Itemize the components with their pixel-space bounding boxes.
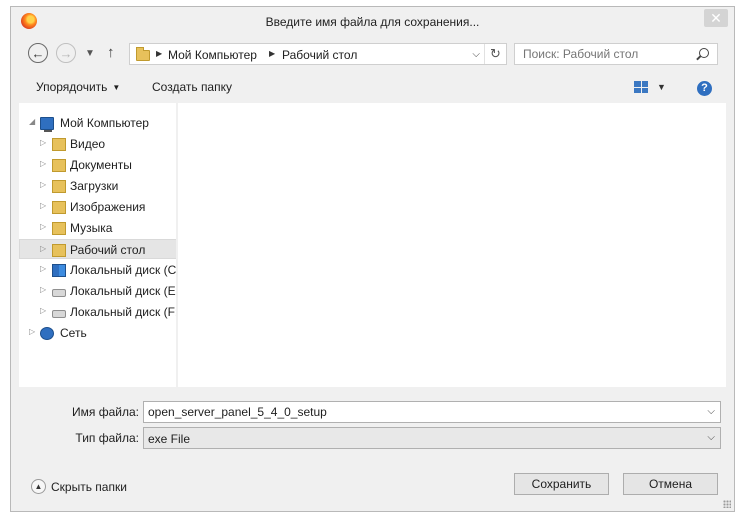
address-bar[interactable]: ▶ Мой Компьютер ▶ Рабочий стол ⌵ ↻ [129, 43, 507, 65]
tree-item-label: Музыка [70, 221, 113, 235]
collapsed-arrow-icon[interactable]: ▷ [40, 180, 46, 189]
music-folder-icon [52, 222, 66, 235]
filetype-value: exe File [148, 432, 191, 446]
tree-item-label: Рабочий стол [70, 243, 146, 257]
refresh-icon[interactable]: ↻ [484, 44, 506, 64]
tree-item-videos[interactable]: ▷ Видео [19, 134, 176, 154]
desktop-folder-icon [136, 47, 150, 61]
collapsed-arrow-icon[interactable]: ▷ [40, 159, 46, 168]
tree-item-my-computer[interactable]: ◢ Мой Компьютер [19, 113, 176, 133]
close-button[interactable]: ✕ [704, 9, 728, 27]
recent-locations-chevron-icon[interactable]: ▼ [85, 48, 95, 59]
breadcrumb-separator-icon[interactable]: ▶ [269, 49, 275, 58]
collapsed-arrow-icon[interactable]: ▷ [40, 201, 46, 210]
collapsed-arrow-icon[interactable]: ▷ [40, 244, 46, 253]
new-folder-button[interactable]: Создать папку [152, 80, 232, 94]
filename-label: Имя файла: [72, 405, 139, 419]
search-icon[interactable] [699, 48, 709, 58]
videos-folder-icon [52, 138, 66, 151]
resize-grip-icon[interactable] [723, 500, 731, 508]
downloads-folder-icon [52, 180, 66, 193]
toolbar: Упорядочить ▼ Создать папку ▼ ? [11, 71, 734, 103]
up-button[interactable]: ↑ [107, 44, 115, 61]
collapsed-arrow-icon[interactable]: ▷ [40, 138, 46, 147]
hide-folders-label: Скрыть папки [51, 480, 127, 494]
tree-item-label: Локальный диск (F: [70, 305, 177, 319]
chevron-down-icon[interactable]: ⌵ [707, 406, 715, 417]
tree-item-desktop[interactable]: ▷ Рабочий стол [19, 239, 176, 259]
collapsed-arrow-icon[interactable]: ▷ [40, 306, 46, 315]
file-options-panel: Имя файла: ⌵ Тип файла: exe File ⌵ ▲ Скр… [11, 391, 734, 511]
filename-combo[interactable]: ⌵ [143, 401, 721, 423]
system-drive-icon [52, 264, 66, 277]
collapsed-arrow-icon[interactable]: ▷ [29, 327, 35, 336]
address-row: ← → ▼ ↑ ▶ Мой Компьютер ▶ Рабочий стол ⌵… [11, 41, 734, 67]
filename-input[interactable] [144, 402, 694, 422]
filetype-select[interactable]: exe File ⌵ [143, 427, 721, 449]
pictures-folder-icon [52, 201, 66, 214]
cancel-button[interactable]: Отмена [623, 473, 718, 495]
tree-item-drive-e[interactable]: ▷ Локальный диск (E: [19, 281, 177, 301]
search-box[interactable] [514, 43, 718, 65]
desktop-folder-icon [52, 244, 66, 257]
drive-icon [52, 289, 66, 297]
tree-item-label: Видео [70, 137, 106, 151]
breadcrumb-separator-icon[interactable]: ▶ [156, 49, 162, 58]
breadcrumb-desktop[interactable]: Рабочий стол [282, 48, 357, 62]
file-list-pane[interactable] [178, 103, 726, 387]
chevron-down-icon[interactable]: ⌵ [707, 432, 715, 443]
filetype-label: Тип файла: [75, 431, 139, 445]
back-button[interactable]: ← [28, 43, 48, 63]
collapsed-arrow-icon[interactable]: ▷ [40, 285, 46, 294]
tree-item-music[interactable]: ▷ Музыка [19, 218, 176, 238]
navigation-pane[interactable]: ◢ Мой Компьютер ▷ Видео ▷ Документы ▷ За… [19, 103, 177, 387]
expanded-arrow-icon[interactable]: ◢ [29, 117, 35, 126]
computer-icon [40, 117, 54, 132]
tree-item-label: Документы [70, 158, 132, 172]
collapsed-arrow-icon[interactable]: ▷ [40, 222, 46, 231]
collapsed-arrow-icon[interactable]: ▷ [40, 264, 46, 273]
drive-icon [52, 310, 66, 318]
address-dropdown-chevron-icon[interactable]: ⌵ [472, 49, 480, 60]
title-bar: Введите имя файла для сохранения... ✕ [11, 7, 734, 37]
tree-item-drive-f[interactable]: ▷ Локальный диск (F: [19, 302, 177, 322]
search-input[interactable] [515, 44, 695, 64]
tree-item-drive-c[interactable]: ▷ Локальный диск (C [19, 260, 177, 280]
chevron-down-icon: ▼ [112, 83, 121, 92]
chevron-up-icon: ▲ [31, 479, 46, 494]
window-title: Введите имя файла для сохранения... [265, 15, 480, 29]
tree-item-label: Загрузки [70, 179, 119, 193]
tree-item-label: Локальный диск (C [70, 263, 177, 277]
tree-item-pictures[interactable]: ▷ Изображения [19, 197, 176, 217]
view-options-chevron-icon[interactable]: ▼ [657, 82, 666, 92]
save-file-dialog: Введите имя файла для сохранения... ✕ ← … [10, 6, 735, 512]
tree-item-downloads[interactable]: ▷ Загрузки [19, 176, 176, 196]
documents-folder-icon [52, 159, 66, 172]
tree-item-label: Сеть [60, 326, 87, 340]
tree-item-network[interactable]: ▷ Сеть [19, 323, 176, 343]
help-icon[interactable]: ? [697, 81, 712, 96]
organize-label: Упорядочить [36, 80, 108, 94]
save-button[interactable]: Сохранить [514, 473, 609, 495]
tree-item-label: Локальный диск (E: [70, 284, 177, 298]
organize-button[interactable]: Упорядочить ▼ [36, 80, 120, 94]
network-icon [40, 327, 54, 340]
forward-button[interactable]: → [56, 43, 76, 63]
tree-item-documents[interactable]: ▷ Документы [19, 155, 176, 175]
breadcrumb-my-computer[interactable]: Мой Компьютер [168, 48, 257, 62]
change-view-icon[interactable] [634, 81, 648, 93]
tree-item-label: Мой Компьютер [60, 116, 149, 130]
tree-item-label: Изображения [70, 200, 146, 214]
